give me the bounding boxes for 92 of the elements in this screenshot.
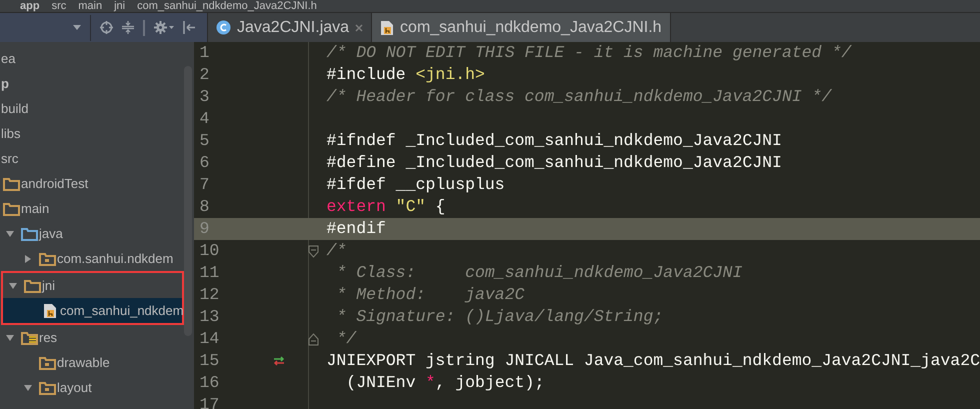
folder-icon	[2, 176, 20, 190]
expanded-arrow-icon[interactable]	[23, 382, 33, 392]
line-number: 14	[198, 328, 220, 350]
tree-item[interactable]: drawable	[0, 350, 184, 375]
line-number: 10	[198, 240, 220, 262]
package-folder-icon	[38, 252, 56, 266]
expanded-arrow-icon[interactable]	[5, 228, 15, 238]
code-text: #endif	[326, 218, 386, 240]
header-file-icon	[43, 302, 57, 318]
code-text: #ifdef __cplusplus	[326, 174, 505, 196]
tree-item-label: layout	[57, 378, 92, 397]
tree-item-label: build	[1, 100, 28, 118]
tree-item[interactable]: p	[0, 71, 184, 96]
breadcrumb-item[interactable]: com_sanhui_ndkdemo_Java2CJNI.h	[137, 0, 317, 12]
code-text: * Method: java2C	[335, 284, 525, 306]
tree-item-label: ea	[1, 50, 16, 68]
tree-item-label: java	[39, 224, 63, 243]
line-number: 3	[198, 86, 210, 108]
tree-item[interactable]: ea	[0, 46, 184, 71]
code-text: #define _Included_com_sanhui_ndkdemo_Java2CJNI	[326, 152, 782, 174]
tree-item[interactable]: src	[0, 146, 184, 171]
fold-marker-icon[interactable]	[308, 244, 319, 258]
tree-item-label: jni	[42, 276, 56, 295]
tree-item-label: libs	[1, 124, 21, 143]
line-number: 1	[198, 42, 210, 64]
line-number: 13	[198, 306, 220, 328]
settings-icon[interactable]	[154, 21, 174, 34]
tree-item-label: com.sanhui.ndkdem	[57, 250, 174, 268]
folder-icon	[2, 202, 20, 216]
line-number: 16	[198, 372, 220, 394]
resource-folder-icon	[20, 330, 38, 344]
tree-item[interactable]: androidTest	[0, 171, 184, 196]
line-number: 4	[198, 108, 210, 130]
tree-item[interactable]: main	[0, 196, 184, 221]
tree-item[interactable]: libs	[0, 121, 184, 146]
tree-item[interactable]: layout	[0, 375, 184, 400]
line-number: 6	[198, 152, 210, 174]
target-icon[interactable]	[100, 21, 113, 34]
collapse-all-icon[interactable]	[122, 21, 134, 34]
line-number: 9	[198, 218, 210, 240]
line-number: 11	[198, 262, 220, 284]
tree-item-label: drawable	[57, 354, 110, 372]
tree-item-label: res	[39, 328, 58, 347]
breadcrumb-item[interactable]: src	[52, 0, 66, 12]
expanded-arrow-icon[interactable]	[8, 280, 18, 290]
pin-left-icon[interactable]	[183, 21, 195, 34]
code-text: JNIEXPORT jstring JNICALL Java_com_sanhui_ndkdemo_Java2CJNI_java2C	[326, 350, 980, 372]
code-text: /* DO NOT EDIT THIS FILE - it is machine generated */	[326, 42, 852, 64]
line-number: 12	[198, 284, 220, 306]
close-icon[interactable]	[355, 24, 364, 32]
tab-label: Java2CJNI.java	[237, 18, 350, 38]
package-folder-icon	[38, 356, 56, 370]
code-text: (JNIEnv *, jobject);	[345, 372, 544, 394]
code-text: #ifndef _Included_com_sanhui_ndkdemo_Java2CJNI	[326, 130, 782, 152]
folder-icon	[24, 278, 40, 292]
tree-item[interactable]: build	[0, 96, 184, 121]
code-text: extern "C" {	[326, 196, 446, 218]
folder-icon	[20, 226, 38, 240]
header-file-icon	[380, 20, 394, 36]
breadcrumb-item[interactable]: main	[78, 0, 102, 12]
scrollbar[interactable]	[184, 66, 192, 336]
line-number: 15	[198, 350, 220, 372]
code-text: * Class: com_sanhui_ndkdemo_Java2CJNI	[335, 262, 742, 284]
code-text: * Signature: ()Ljava/lang/String;	[335, 306, 664, 328]
tree-item[interactable]: res	[0, 325, 184, 350]
implementation-arrows-icon[interactable]	[273, 356, 286, 366]
breadcrumb-item[interactable]: jni	[114, 0, 126, 12]
line-number: 8	[198, 196, 210, 218]
code-text: #include <jni.h>	[326, 64, 485, 86]
line-number: 17	[198, 394, 220, 409]
tree-item-label: src	[1, 150, 18, 168]
line-number: 5	[198, 130, 210, 152]
expanded-arrow-icon[interactable]	[5, 332, 15, 342]
breadcrumb-item[interactable]: app	[20, 0, 40, 12]
tab-label: com_sanhui_ndkdemo_Java2CJNI.h	[400, 18, 662, 38]
code-text: /* Header for class com_sanhui_ndkdemo_Java2CJNI */	[326, 86, 832, 108]
dropdown-caret-icon[interactable]	[73, 25, 81, 30]
tree-item-label: androidTest	[21, 174, 88, 193]
tree-item[interactable]: java	[0, 221, 184, 246]
tree-item[interactable]: jni	[3, 273, 182, 298]
editor-tab[interactable]: com_sanhui_ndkdemo_Java2CJNI.h	[372, 13, 671, 42]
code-text: */	[335, 328, 356, 350]
tree-item-label: main	[21, 200, 50, 218]
fold-marker-icon[interactable]	[308, 332, 319, 346]
collapsed-arrow-icon[interactable]	[23, 254, 33, 264]
tree-item[interactable]: com.sanhui.ndkdem	[0, 246, 184, 271]
package-folder-icon	[38, 380, 56, 394]
line-number: 2	[198, 64, 210, 86]
code-text: /*	[326, 240, 346, 262]
line-number: 7	[198, 174, 210, 196]
tree-item-label: p	[1, 74, 9, 93]
class-icon	[216, 20, 231, 35]
